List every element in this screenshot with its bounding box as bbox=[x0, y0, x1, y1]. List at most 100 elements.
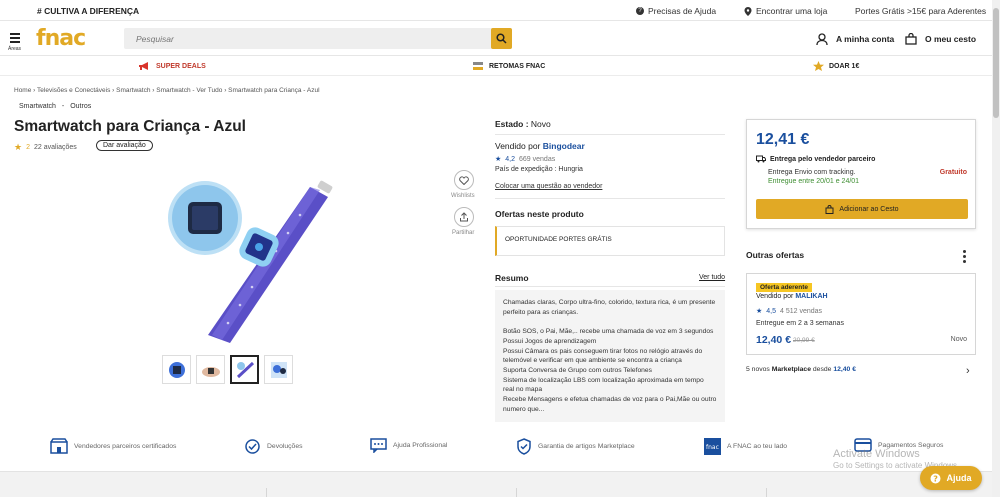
feature-warranty[interactable]: Garantia de artigos Marketplace bbox=[516, 438, 635, 455]
offers-heading: Ofertas neste produto bbox=[495, 209, 584, 219]
star-icon: ★ bbox=[14, 142, 23, 152]
price: 12,41 € bbox=[756, 131, 810, 148]
nav-doar[interactable]: DOAR 1€ bbox=[813, 61, 859, 71]
crumb-current: Smartwatch para Criança - Azul bbox=[228, 87, 320, 94]
thumbnail-2[interactable] bbox=[196, 355, 225, 384]
trade-in-icon bbox=[473, 62, 483, 70]
offer-seller-rating: ★ 4,5 4 512 vendas bbox=[756, 307, 823, 316]
shop-icon bbox=[50, 438, 68, 454]
product-title: Smartwatch para Criança - Azul bbox=[14, 118, 246, 135]
shipping-info-link[interactable]: Portes Grátis >15€ para Aderentes bbox=[855, 6, 986, 16]
search-bar bbox=[124, 28, 512, 49]
fnac-logo[interactable]: fnac bbox=[36, 26, 86, 51]
help-chat-button[interactable]: ? Ajuda bbox=[920, 466, 982, 490]
seller-info: Vendido por Bingodear bbox=[495, 141, 585, 151]
help-link[interactable]: ? Precisas de Ajuda bbox=[636, 6, 716, 16]
rating-value: 2 bbox=[26, 144, 30, 151]
store-locator-link[interactable]: Encontrar uma loja bbox=[744, 6, 827, 16]
feature-fnac-side[interactable]: fnac A FNAC ao teu lado bbox=[704, 438, 787, 455]
wishlist-button[interactable] bbox=[454, 170, 474, 190]
share-icon bbox=[460, 212, 468, 222]
hamburger-menu-icon[interactable] bbox=[10, 33, 20, 45]
offer-badge: Oferta aderente bbox=[756, 283, 813, 292]
share-button[interactable] bbox=[454, 207, 474, 227]
buy-box: 12,41 € Entrega pelo vendedor parceiro E… bbox=[746, 119, 976, 229]
top-bar: # CULTIVA A DIFERENÇA ? Precisas de Ajud… bbox=[0, 0, 992, 21]
add-to-cart-button[interactable]: Adicionar ao Cesto bbox=[756, 199, 968, 219]
more-offers-link[interactable]: 5 novos Marketplace desde 12,40 € bbox=[746, 366, 856, 373]
wishlist-label: Wishlists bbox=[451, 193, 475, 199]
svg-text:fnac: fnac bbox=[706, 444, 719, 451]
reviews-count: 22 avaliações bbox=[33, 144, 77, 151]
share-label: Partilhar bbox=[452, 230, 475, 236]
search-button[interactable] bbox=[491, 28, 512, 49]
crumb-smartwatch-all[interactable]: Smartwatch - Ver Tudo bbox=[156, 87, 222, 94]
offer-seller-link[interactable]: MALIKAH bbox=[795, 293, 827, 300]
cart-link[interactable]: O meu cesto bbox=[905, 33, 976, 45]
offer-box: OPORTUNIDADE PORTES GRÁTIS bbox=[495, 226, 725, 256]
question-circle-icon: ? bbox=[930, 473, 941, 483]
star-donate-icon bbox=[813, 61, 824, 71]
divider bbox=[495, 198, 725, 199]
heart-icon bbox=[459, 175, 469, 185]
seller-link[interactable]: Bingodear bbox=[543, 141, 585, 151]
feature-returns[interactable]: Devoluções bbox=[244, 438, 303, 455]
product-rating[interactable]: ★ 2 22 avaliações bbox=[14, 142, 77, 153]
star-icon: ★ bbox=[495, 156, 502, 163]
category-nav: SUPER DEALS RETOMAS FNAC DOAR 1€ bbox=[0, 56, 992, 76]
offer-old-price: 20,99 € bbox=[793, 337, 815, 344]
feature-professional-help[interactable]: Ajuda Profissional bbox=[370, 438, 447, 453]
delivery-heading: Entrega pelo vendedor parceiro bbox=[756, 155, 875, 163]
seller-rating: ★ 4,2 669 vendas bbox=[495, 155, 556, 164]
ask-seller-link[interactable]: Colocar uma questão ao vendedor bbox=[495, 183, 602, 190]
search-icon bbox=[496, 33, 507, 44]
header: Áreas fnac A minha conta O meu cesto bbox=[0, 21, 992, 56]
thumbnail-1[interactable] bbox=[162, 355, 191, 384]
summary-heading: Resumo bbox=[495, 273, 529, 283]
divider bbox=[495, 286, 725, 287]
account-link[interactable]: A minha conta bbox=[816, 33, 894, 45]
location-pin-icon bbox=[744, 6, 752, 16]
other-offers-heading: Outras ofertas bbox=[746, 250, 805, 260]
offer-seller: Vendido por MALIKAH bbox=[756, 293, 828, 300]
more-options-icon[interactable] bbox=[963, 250, 967, 265]
feature-certified-sellers[interactable]: Vendedores parceiros certificados bbox=[50, 438, 176, 454]
page-scrollbar[interactable] bbox=[992, 0, 1000, 497]
megaphone-icon bbox=[139, 62, 148, 70]
summary-text: Chamadas claras, Corpo ultra-fino, color… bbox=[495, 290, 725, 422]
cart-icon bbox=[905, 33, 917, 45]
nav-super-deals[interactable]: SUPER DEALS bbox=[138, 61, 206, 71]
footer bbox=[0, 471, 992, 497]
condition: Estado : Novo bbox=[495, 119, 551, 129]
subcrumb-outros[interactable]: Outros bbox=[70, 103, 91, 110]
subcrumb-smartwatch[interactable]: Smartwatch bbox=[19, 103, 56, 110]
fnac-badge-icon: fnac bbox=[704, 438, 721, 455]
thumbnail-3[interactable] bbox=[230, 355, 259, 384]
crumb-home[interactable]: Home bbox=[14, 87, 31, 94]
user-icon bbox=[816, 33, 828, 45]
delivery-dates: Entregue entre 20/01 e 24/01 bbox=[768, 178, 860, 185]
delivery-type: Entrega Envio com tracking. bbox=[768, 169, 856, 176]
return-check-icon bbox=[245, 439, 260, 454]
see-all-link[interactable]: Ver tudo bbox=[699, 274, 725, 281]
delivery-price: Gratuito bbox=[939, 169, 967, 176]
search-input[interactable] bbox=[124, 28, 484, 49]
menu-label: Áreas bbox=[8, 46, 22, 52]
chat-icon bbox=[370, 438, 387, 453]
offer-condition: Novo bbox=[950, 336, 967, 343]
chevron-right-icon[interactable]: › bbox=[966, 365, 970, 377]
product-image[interactable] bbox=[160, 175, 340, 350]
write-review-button[interactable]: Dar avaliação bbox=[96, 140, 153, 151]
offer-card[interactable]: Oferta aderente Vendido por MALIKAH ★ 4,… bbox=[746, 273, 976, 355]
nav-retomas[interactable]: RETOMAS FNAC bbox=[472, 61, 545, 71]
shield-check-icon bbox=[517, 438, 531, 455]
truck-icon bbox=[756, 155, 766, 163]
breadcrumb: Home › Televisões e Conectáveis › Smartw… bbox=[14, 87, 320, 94]
crumb-tv[interactable]: Televisões e Conectáveis bbox=[37, 87, 110, 94]
expedition-country: País de expedição : Hungria bbox=[495, 166, 583, 173]
offer-delivery: Entregue em 2 a 3 semanas bbox=[756, 320, 844, 327]
crumb-smartwatch[interactable]: Smartwatch bbox=[116, 87, 150, 94]
thumbnail-4[interactable] bbox=[264, 355, 293, 384]
divider bbox=[495, 134, 725, 135]
slogan: # CULTIVA A DIFERENÇA bbox=[37, 6, 140, 16]
